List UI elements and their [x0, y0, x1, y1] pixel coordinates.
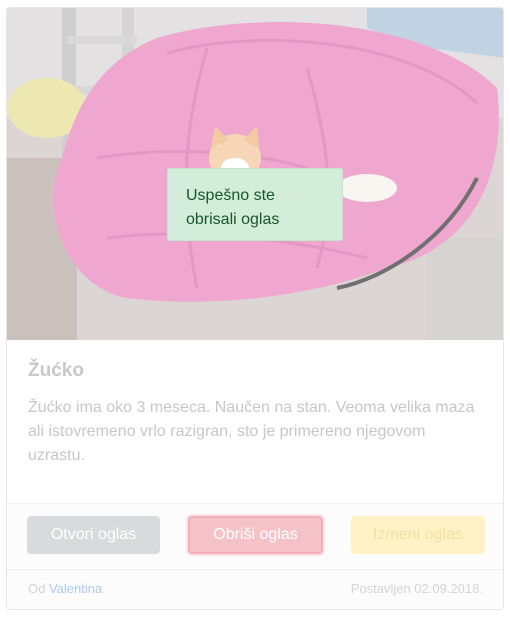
posted-date: Postavljen 02.09.2018. [350, 581, 483, 596]
listing-title: Žućko [28, 360, 84, 381]
edit-listing-button[interactable]: Izmeni oglas [351, 516, 485, 554]
listing-author-line: Od Valentina [28, 581, 102, 596]
success-toast: Uspešno ste obrisali oglas [167, 168, 343, 241]
author-link[interactable]: Valentina [49, 581, 102, 596]
delete-listing-button[interactable]: Obriši oglas [188, 516, 323, 554]
listing-description: Žućko ima oko 3 meseca. Naučen na stan. … [28, 399, 475, 464]
author-prefix: Od [28, 581, 46, 596]
open-listing-button[interactable]: Otvori oglas [27, 516, 160, 554]
toast-message: Uspešno ste obrisali oglas [186, 187, 280, 228]
listing-card: Žućko Žućko ima oko 3 meseca. Naučen na … [6, 7, 504, 610]
divider [7, 569, 503, 570]
